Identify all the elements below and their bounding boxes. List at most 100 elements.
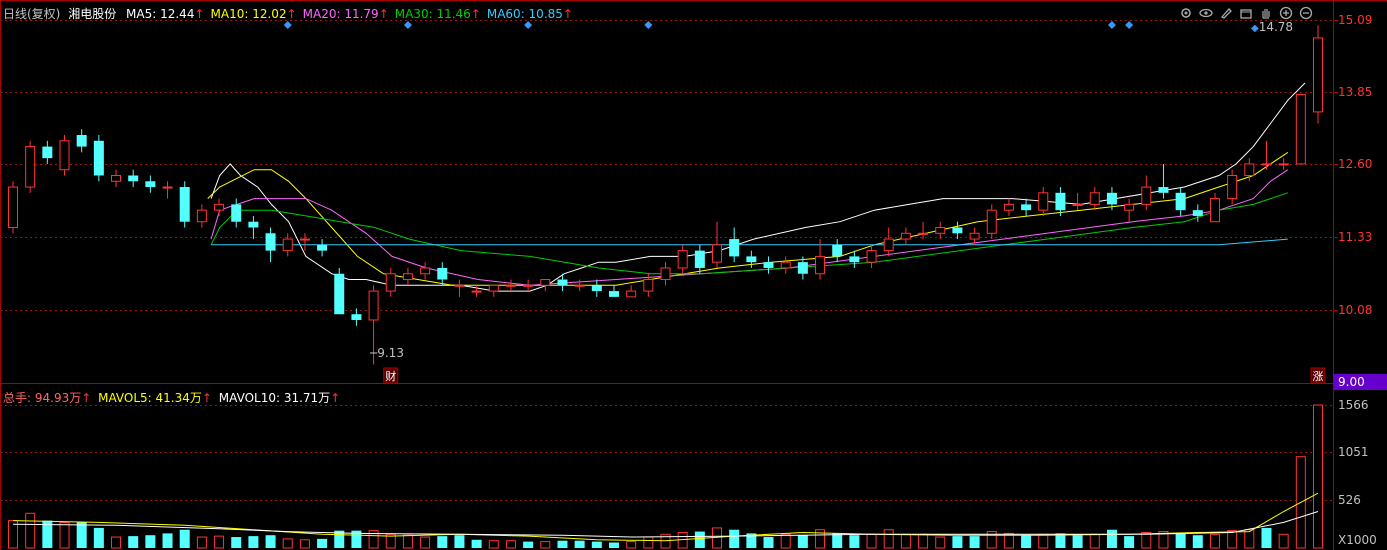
candle [866, 244, 877, 268]
candle-body [986, 209, 997, 234]
event-tag: 财 [383, 367, 399, 384]
pen-icon[interactable] [1218, 5, 1234, 21]
candlesticks [8, 25, 1323, 365]
volume-bar [626, 541, 637, 549]
candle-body [694, 250, 705, 268]
volume-bar [317, 538, 328, 548]
stock-chart[interactable]: 财涨 [0, 0, 1387, 550]
candle [128, 169, 139, 188]
period-label: 日线(复权) [3, 7, 61, 21]
volume-bar [918, 533, 929, 549]
candle [1072, 192, 1083, 211]
candle-body [454, 284, 465, 287]
volume-tick-label: 1051 [1338, 444, 1369, 459]
candle-body [540, 279, 551, 286]
candle [952, 221, 963, 240]
zoom-out-icon[interactable] [1298, 5, 1314, 21]
volume-bar [437, 536, 448, 548]
candle-body [1072, 203, 1083, 206]
volume-bar [231, 537, 242, 548]
candle [712, 221, 723, 268]
candle [694, 244, 705, 274]
event-tag-label: 财 [385, 369, 396, 383]
candle-body [505, 284, 516, 287]
candle-body [385, 273, 396, 292]
candle [454, 279, 465, 297]
candle [540, 279, 551, 292]
candle [42, 140, 53, 164]
candle [420, 262, 431, 280]
candle-body [488, 284, 499, 292]
candle [832, 239, 843, 263]
candle-body [1192, 210, 1203, 216]
candle [1089, 187, 1100, 211]
candle-body [471, 290, 482, 293]
candle [1227, 169, 1238, 205]
candle [1124, 198, 1135, 222]
candle [1313, 25, 1323, 124]
volume-bar [780, 533, 791, 549]
candle-body [849, 256, 860, 263]
volume-bar [471, 539, 482, 548]
volume-unit-label: X1000 [1338, 533, 1377, 547]
candle [111, 169, 122, 188]
volume-bar [1021, 535, 1032, 548]
candle-body [746, 256, 757, 263]
event-diamond-marker [403, 21, 412, 29]
volume-bar [1209, 533, 1220, 549]
chart-toolbar [1178, 5, 1314, 21]
zoom-in-icon[interactable] [1278, 5, 1294, 21]
candle [1175, 187, 1186, 216]
candle-body [591, 285, 602, 292]
gear-icon[interactable] [1178, 5, 1194, 21]
candle [265, 227, 276, 263]
candle [1295, 94, 1306, 165]
candle [729, 227, 740, 263]
candle [608, 285, 619, 297]
candle-body [317, 244, 328, 251]
ma-labels: MA5: 12.44↑ MA10: 12.02↑ MA20: 11.79↑ MA30:… [120, 7, 573, 21]
volume-bar [76, 522, 87, 548]
candle [248, 215, 259, 240]
ma60-line [211, 238, 1288, 246]
volume-bar [1141, 531, 1152, 549]
price-axis-bottom-label: 9.00 [1334, 374, 1387, 390]
volume-bar [849, 535, 860, 548]
candle [557, 273, 568, 292]
candle-body [420, 267, 431, 275]
volume-bar [1244, 529, 1255, 549]
volume-bar [1227, 530, 1238, 549]
ma-label-4: MA60: 10.85↑ [486, 7, 573, 21]
volume-bar [282, 538, 293, 549]
candle-body [935, 227, 946, 234]
candle [1261, 140, 1272, 170]
candle-body [832, 244, 843, 257]
ma-label-1: MA10: 12.02↑ [210, 7, 297, 21]
candle-body [25, 146, 36, 188]
candle-body [1003, 203, 1014, 211]
eye-icon[interactable] [1198, 5, 1214, 21]
candle-body [523, 284, 534, 287]
volume-bar [179, 529, 190, 548]
candle [1158, 163, 1169, 199]
candle [282, 233, 293, 257]
candle-body [196, 209, 207, 223]
candle [660, 262, 671, 286]
volume-bar [488, 540, 499, 549]
candle-body [351, 314, 362, 320]
candle [1141, 175, 1152, 211]
event-tag: 涨 [1310, 367, 1326, 384]
candle-body [866, 250, 877, 263]
price-tick-label: 13.85 [1338, 84, 1373, 99]
candle [402, 267, 413, 286]
candle-body [883, 238, 894, 252]
hand-icon[interactable] [1258, 5, 1274, 21]
candle-body [265, 233, 276, 251]
volume-bar [214, 535, 225, 549]
box-icon[interactable] [1238, 5, 1254, 21]
low-price-label: ─9.13 [370, 346, 404, 360]
mavol10-line [12, 511, 1319, 538]
volume-bar [454, 535, 465, 548]
volume-bar [797, 535, 808, 548]
candle [179, 181, 190, 228]
